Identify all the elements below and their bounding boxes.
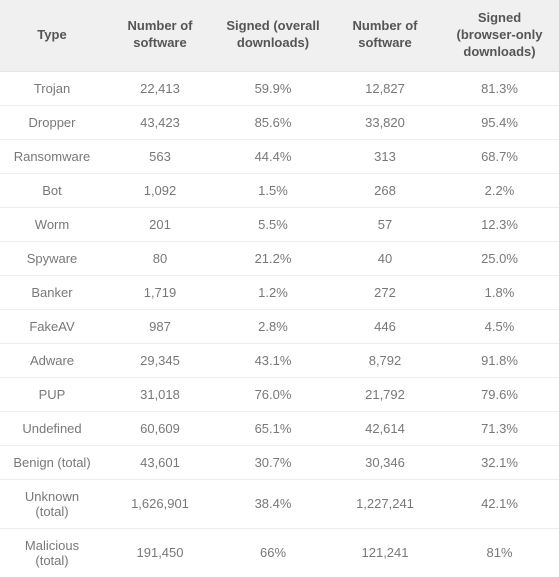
header-signed-browser: Signed (browser-only downloads) (440, 0, 559, 71)
cell-num-browser: 33,820 (330, 105, 440, 139)
cell-type: Undefined (0, 411, 104, 445)
cell-signed-browser: 2.2% (440, 173, 559, 207)
cell-signed-overall: 76.0% (216, 377, 330, 411)
cell-type: Adware (0, 343, 104, 377)
cell-num-overall: 201 (104, 207, 216, 241)
cell-num-overall: 22,413 (104, 71, 216, 105)
cell-num-browser: 272 (330, 275, 440, 309)
cell-type: PUP (0, 377, 104, 411)
cell-type: Ransomware (0, 139, 104, 173)
table-row: Bot 1,092 1.5% 268 2.2% (0, 173, 559, 207)
header-num-browser: Number of software (330, 0, 440, 71)
cell-signed-overall: 65.1% (216, 411, 330, 445)
cell-num-overall: 31,018 (104, 377, 216, 411)
table-row: Dropper 43,423 85.6% 33,820 95.4% (0, 105, 559, 139)
cell-signed-overall: 1.2% (216, 275, 330, 309)
cell-signed-browser: 25.0% (440, 241, 559, 275)
table-row: Banker 1,719 1.2% 272 1.8% (0, 275, 559, 309)
cell-num-overall: 60,609 (104, 411, 216, 445)
cell-signed-overall: 43.1% (216, 343, 330, 377)
cell-type: Unknown (total) (0, 479, 104, 528)
cell-num-overall: 80 (104, 241, 216, 275)
cell-num-overall: 1,719 (104, 275, 216, 309)
cell-num-browser: 30,346 (330, 445, 440, 479)
table-row: Adware 29,345 43.1% 8,792 91.8% (0, 343, 559, 377)
cell-num-browser: 42,614 (330, 411, 440, 445)
header-type: Type (0, 0, 104, 71)
cell-num-overall: 1,626,901 (104, 479, 216, 528)
cell-num-overall: 1,092 (104, 173, 216, 207)
cell-signed-overall: 44.4% (216, 139, 330, 173)
cell-signed-browser: 12.3% (440, 207, 559, 241)
cell-signed-browser: 1.8% (440, 275, 559, 309)
cell-signed-browser: 95.4% (440, 105, 559, 139)
cell-signed-overall: 1.5% (216, 173, 330, 207)
cell-signed-browser: 71.3% (440, 411, 559, 445)
cell-signed-browser: 4.5% (440, 309, 559, 343)
cell-type: Trojan (0, 71, 104, 105)
cell-signed-browser: 79.6% (440, 377, 559, 411)
cell-type: Worm (0, 207, 104, 241)
table-header-row: Type Number of software Signed (overall … (0, 0, 559, 71)
cell-type: Bot (0, 173, 104, 207)
cell-type: Dropper (0, 105, 104, 139)
header-signed-overall: Signed (overall downloads) (216, 0, 330, 71)
cell-type: FakeAV (0, 309, 104, 343)
table-row: FakeAV 987 2.8% 446 4.5% (0, 309, 559, 343)
cell-signed-browser: 42.1% (440, 479, 559, 528)
data-table: Type Number of software Signed (overall … (0, 0, 559, 577)
cell-signed-browser: 68.7% (440, 139, 559, 173)
cell-signed-overall: 21.2% (216, 241, 330, 275)
cell-signed-browser: 81.3% (440, 71, 559, 105)
cell-type: Benign (total) (0, 445, 104, 479)
table-row: PUP 31,018 76.0% 21,792 79.6% (0, 377, 559, 411)
table-row: Benign (total) 43,601 30.7% 30,346 32.1% (0, 445, 559, 479)
cell-signed-browser: 81% (440, 528, 559, 577)
cell-num-browser: 313 (330, 139, 440, 173)
cell-signed-overall: 85.6% (216, 105, 330, 139)
table-row: Worm 201 5.5% 57 12.3% (0, 207, 559, 241)
cell-num-browser: 40 (330, 241, 440, 275)
cell-signed-overall: 66% (216, 528, 330, 577)
cell-signed-browser: 32.1% (440, 445, 559, 479)
cell-num-browser: 21,792 (330, 377, 440, 411)
cell-num-browser: 57 (330, 207, 440, 241)
cell-num-overall: 987 (104, 309, 216, 343)
table-row: Ransomware 563 44.4% 313 68.7% (0, 139, 559, 173)
table-row: Malicious (total) 191,450 66% 121,241 81… (0, 528, 559, 577)
table-row: Spyware 80 21.2% 40 25.0% (0, 241, 559, 275)
table-body: Trojan 22,413 59.9% 12,827 81.3% Dropper… (0, 71, 559, 577)
cell-signed-browser: 91.8% (440, 343, 559, 377)
table-row: Undefined 60,609 65.1% 42,614 71.3% (0, 411, 559, 445)
cell-num-browser: 121,241 (330, 528, 440, 577)
cell-num-browser: 268 (330, 173, 440, 207)
table-row: Unknown (total) 1,626,901 38.4% 1,227,24… (0, 479, 559, 528)
cell-num-browser: 1,227,241 (330, 479, 440, 528)
cell-signed-overall: 5.5% (216, 207, 330, 241)
cell-signed-overall: 59.9% (216, 71, 330, 105)
cell-num-overall: 563 (104, 139, 216, 173)
cell-num-browser: 446 (330, 309, 440, 343)
cell-type: Banker (0, 275, 104, 309)
cell-signed-overall: 30.7% (216, 445, 330, 479)
cell-type: Malicious (total) (0, 528, 104, 577)
cell-num-browser: 8,792 (330, 343, 440, 377)
table-row: Trojan 22,413 59.9% 12,827 81.3% (0, 71, 559, 105)
cell-num-browser: 12,827 (330, 71, 440, 105)
header-num-overall: Number of software (104, 0, 216, 71)
cell-num-overall: 43,601 (104, 445, 216, 479)
cell-type: Spyware (0, 241, 104, 275)
cell-num-overall: 191,450 (104, 528, 216, 577)
cell-signed-overall: 38.4% (216, 479, 330, 528)
cell-num-overall: 29,345 (104, 343, 216, 377)
cell-signed-overall: 2.8% (216, 309, 330, 343)
cell-num-overall: 43,423 (104, 105, 216, 139)
